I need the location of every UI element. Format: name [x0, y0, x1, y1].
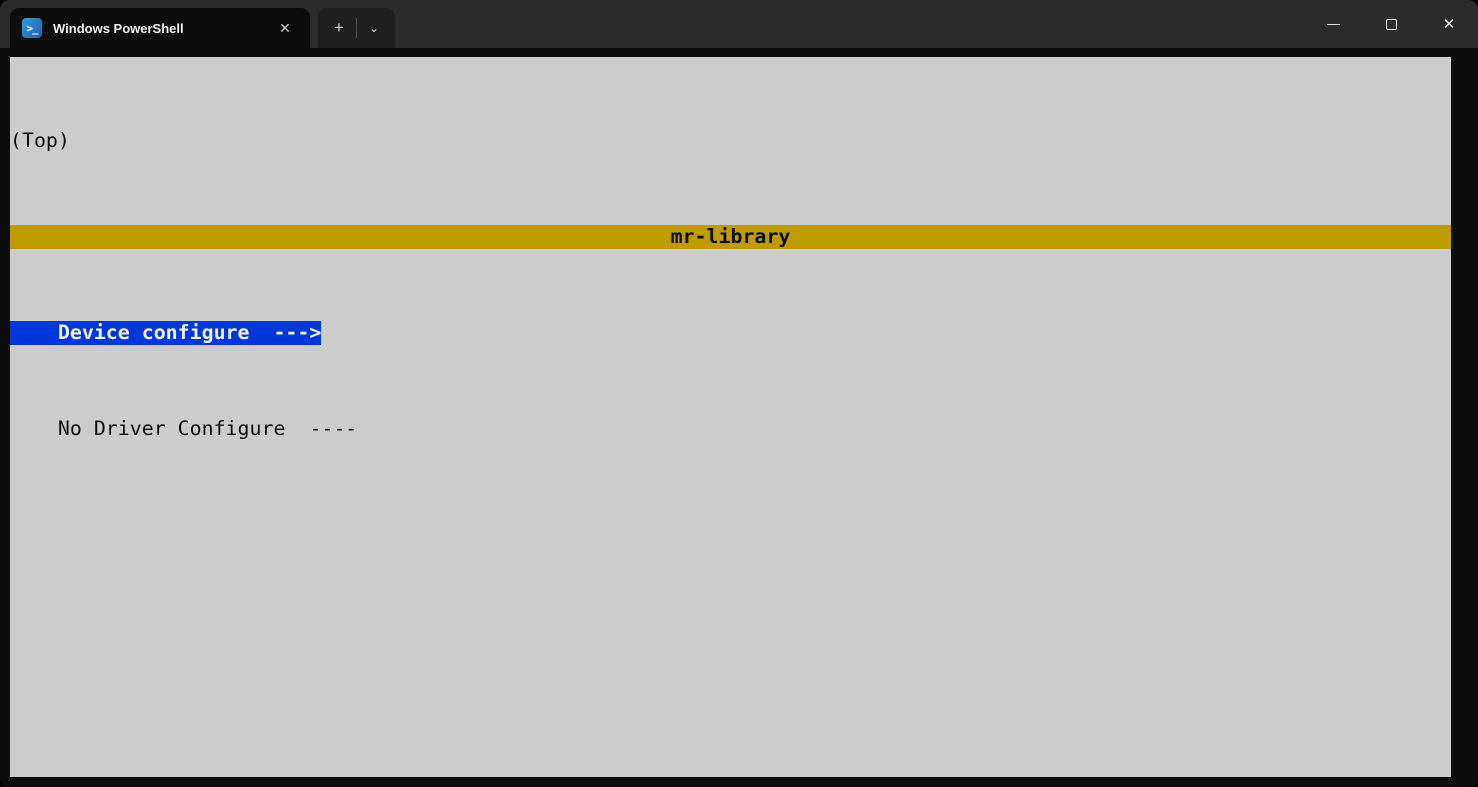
menu-empty-area — [10, 513, 1451, 787]
menu-item-label: No Driver Configure ---- — [10, 417, 357, 440]
menuconfig-screen: (Top) mr-library Device configure ---> N… — [10, 57, 1451, 777]
close-button[interactable]: ✕ — [1420, 0, 1478, 48]
tab-dropdown-button[interactable]: ⌄ — [359, 14, 389, 42]
tab-actions-group: + ⌄ — [318, 8, 395, 48]
minimize-button[interactable] — [1304, 0, 1362, 48]
powershell-icon: >_ — [22, 18, 42, 38]
menu-title-bar: mr-library — [10, 225, 1451, 249]
close-icon: ✕ — [1443, 17, 1456, 32]
menu-path: (Top) — [10, 129, 1451, 153]
tab-actions-divider — [356, 18, 357, 38]
tab-title: Windows PowerShell — [53, 21, 184, 36]
terminal-window: >_ Windows PowerShell ✕ + ⌄ ✕ (Top) mr-l… — [0, 0, 1478, 787]
maximize-button[interactable] — [1362, 0, 1420, 48]
selected-menu-item: Device configure ---> — [10, 321, 321, 345]
menu-item-device-configure[interactable]: Device configure ---> — [10, 321, 1451, 345]
titlebar: >_ Windows PowerShell ✕ + ⌄ ✕ — [0, 0, 1478, 48]
tab-windows-powershell[interactable]: >_ Windows PowerShell ✕ — [10, 8, 310, 48]
maximize-icon — [1386, 19, 1397, 30]
new-tab-button[interactable]: + — [324, 14, 354, 42]
window-controls: ✕ — [1304, 0, 1478, 48]
menu-item-no-driver-configure[interactable]: No Driver Configure ---- — [10, 417, 1451, 441]
minimize-icon — [1327, 24, 1340, 25]
tab-close-icon[interactable]: ✕ — [272, 15, 298, 41]
